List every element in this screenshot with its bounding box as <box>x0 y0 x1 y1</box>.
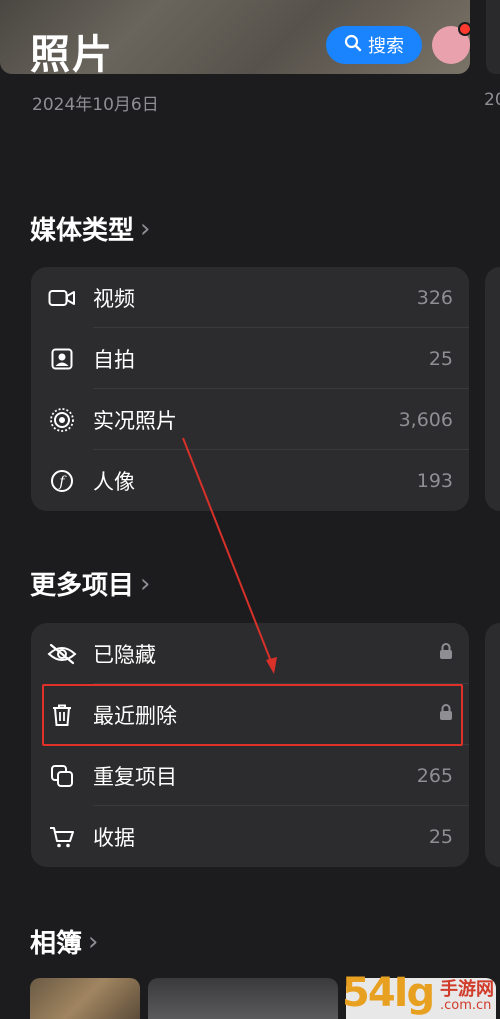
search-button[interactable]: 搜索 <box>326 26 422 64</box>
list-item-label: 实况照片 <box>93 408 177 433</box>
next-card-peek <box>485 623 500 867</box>
chevron-right-icon: › <box>88 926 99 957</box>
list-item-label: 人像 <box>93 469 135 494</box>
list-item-count: 265 <box>416 764 453 787</box>
list-item-videos[interactable]: 视频 326 <box>31 267 469 328</box>
album-thumbnail[interactable] <box>148 978 338 1019</box>
page-title: 照片 <box>30 32 114 78</box>
list-item-portraits[interactable]: f 人像 193 <box>31 450 469 511</box>
cart-icon <box>47 822 77 852</box>
search-icon <box>344 34 362 57</box>
live-photo-icon <box>47 405 77 435</box>
annotation-highlight-box <box>42 684 463 746</box>
media-types-header[interactable]: 媒体类型 › <box>30 210 150 247</box>
media-types-title: 媒体类型 <box>30 216 135 246</box>
list-item-selfies[interactable]: 自拍 25 <box>31 328 469 389</box>
photo-date-peek: 20 <box>484 90 500 110</box>
list-item-live-photos[interactable]: 实况照片 3,606 <box>31 389 469 450</box>
more-items-title: 更多项目 <box>30 571 135 601</box>
list-item-duplicates[interactable]: 重复项目 265 <box>31 745 469 806</box>
hidden-eye-icon <box>47 639 77 669</box>
list-item-count: 193 <box>416 469 453 492</box>
lock-icon <box>439 642 453 665</box>
portrait-icon: f <box>47 466 77 496</box>
album-thumbnail[interactable] <box>30 978 140 1019</box>
selfie-icon <box>47 344 77 374</box>
list-item-count: 326 <box>416 286 453 309</box>
list-item-label: 已隐藏 <box>93 642 156 667</box>
watermark-logo: 54Ig <box>342 970 435 1016</box>
list-item-label: 收据 <box>93 825 135 850</box>
list-item-label: 视频 <box>93 286 135 311</box>
search-label: 搜索 <box>368 36 404 57</box>
chevron-right-icon: › <box>140 568 151 599</box>
list-item-label: 自拍 <box>93 347 135 372</box>
next-card-peek <box>485 267 500 511</box>
photo-date: 2024年10月6日 <box>32 95 159 115</box>
more-items-header[interactable]: 更多项目 › <box>30 565 150 602</box>
albums-title: 相簿 <box>30 929 83 959</box>
albums-header[interactable]: 相簿 › <box>30 923 98 960</box>
watermark-domain: .com.cn <box>440 998 492 1013</box>
list-item-label: 重复项目 <box>93 764 177 789</box>
video-icon <box>47 283 77 313</box>
notification-badge <box>458 22 472 36</box>
list-item-hidden[interactable]: 已隐藏 <box>31 623 469 684</box>
list-item-receipts[interactable]: 收据 25 <box>31 806 469 867</box>
media-types-card: 视频 326 自拍 25 实况照片 3,606 f 人像 193 <box>31 267 469 511</box>
list-item-count: 3,606 <box>398 408 453 431</box>
svg-text:f: f <box>58 474 67 490</box>
chevron-right-icon: › <box>140 213 151 244</box>
list-item-count: 25 <box>428 825 453 848</box>
list-item-count: 25 <box>428 347 453 370</box>
next-photo-peek[interactable] <box>486 0 500 74</box>
duplicate-icon <box>47 761 77 791</box>
